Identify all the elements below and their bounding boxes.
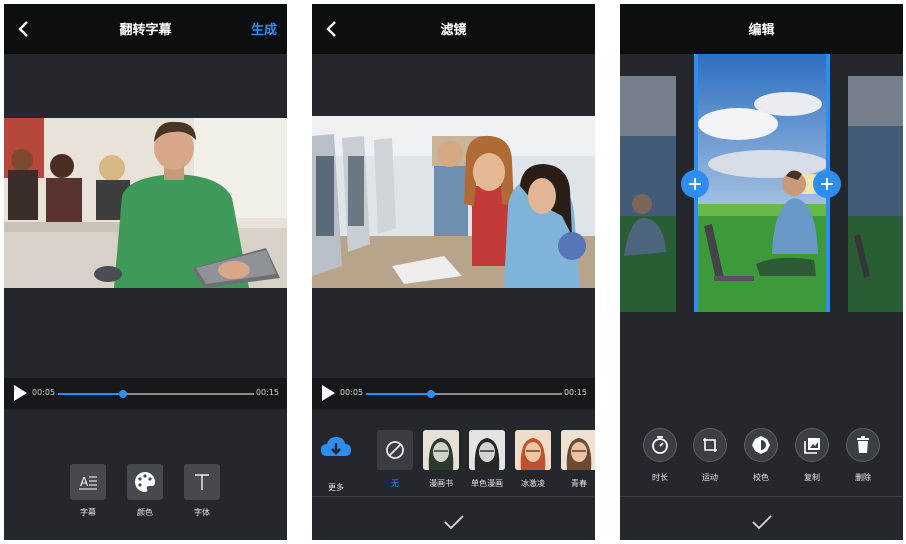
cloud-download-icon <box>321 437 351 456</box>
filter-thumbnail <box>423 430 459 470</box>
video-preview-man-tablet <box>4 118 287 288</box>
edit-screen: 编辑 时长 运动 校色 复制 删除 <box>620 4 903 540</box>
progress-fill <box>366 393 431 395</box>
timer-icon <box>643 428 677 462</box>
confirm-check-icon[interactable] <box>443 514 465 530</box>
progress-knob[interactable] <box>426 390 435 398</box>
copy-tool[interactable]: 复制 <box>792 428 832 483</box>
clip-thumbnail-selected[interactable] <box>694 54 830 312</box>
divider <box>312 496 595 497</box>
trash-icon <box>846 428 880 462</box>
color-correct-tool[interactable]: 校色 <box>741 428 781 483</box>
plus-icon <box>821 178 833 190</box>
duration-tool[interactable]: 时长 <box>640 428 680 483</box>
subtitle-icon: A <box>70 464 106 500</box>
plus-icon <box>689 178 701 190</box>
video-player-bar: 00:05 00:15 <box>312 378 595 409</box>
motion-label: 运动 <box>702 473 718 482</box>
filter-thumbnail <box>561 430 595 470</box>
font-tool[interactable]: 字体 <box>177 464 227 518</box>
delete-label: 删除 <box>855 473 871 482</box>
duration-label: 时长 <box>652 473 668 482</box>
filter-mono-comic[interactable]: 单色漫画 <box>467 430 507 489</box>
play-icon[interactable] <box>320 384 336 402</box>
filter-label: 漫画书 <box>429 479 453 488</box>
page-title: 滤镜 <box>440 23 467 38</box>
current-time: 00:05 <box>340 388 364 397</box>
divider <box>620 496 903 497</box>
font-icon <box>184 464 220 500</box>
filter-label: 无 <box>391 479 399 488</box>
top-bar: 滤镜 <box>312 4 595 54</box>
total-time: 00:15 <box>563 388 587 397</box>
clip-thumbnail-next[interactable] <box>848 76 903 312</box>
filter-label: 青春 <box>571 479 587 488</box>
add-clip-button-left[interactable] <box>681 170 709 198</box>
svg-text:A: A <box>80 475 89 489</box>
filter-comic-book[interactable]: 漫画书 <box>421 430 461 489</box>
filter-thumbnail <box>469 430 505 470</box>
palette-icon <box>127 464 163 500</box>
filter-thumbnail <box>515 430 551 470</box>
font-label: 字体 <box>194 508 210 517</box>
add-clip-button-right[interactable] <box>813 170 841 198</box>
page-title: 翻转字幕 <box>119 23 172 38</box>
filter-label: 单色漫画 <box>471 479 503 488</box>
motion-tool[interactable]: 运动 <box>690 428 730 483</box>
copy-icon <box>795 428 829 462</box>
clip-thumbnail-previous[interactable] <box>620 76 676 312</box>
play-icon[interactable] <box>12 384 28 402</box>
delete-tool[interactable]: 删除 <box>843 428 883 483</box>
generate-button[interactable]: 生成 <box>251 19 277 38</box>
color-tool[interactable]: 颜色 <box>120 464 170 518</box>
progress-track[interactable] <box>58 390 254 398</box>
crop-rotate-icon <box>693 428 727 462</box>
page-title: 编辑 <box>748 23 775 38</box>
current-time: 00:05 <box>32 388 56 397</box>
video-preview-classroom <box>312 116 595 288</box>
brightness-icon <box>744 428 778 462</box>
no-filter-icon <box>377 430 413 470</box>
filter-screen: 滤镜 00:05 00:15 更多 无 漫画书 单色漫画 冰激凌 青春 <box>312 4 595 540</box>
top-bar: 翻转字幕 生成 <box>4 4 287 54</box>
more-filters-button[interactable]: 更多 <box>316 430 356 493</box>
filter-none[interactable]: 无 <box>375 430 415 489</box>
progress-fill <box>58 393 123 395</box>
filter-label: 冰激凌 <box>521 479 545 488</box>
top-bar: 编辑 <box>620 4 903 54</box>
video-player-bar: 00:05 00:15 <box>4 378 287 409</box>
confirm-check-icon[interactable] <box>751 514 773 530</box>
total-time: 00:15 <box>255 388 279 397</box>
color-label: 颜色 <box>137 508 153 517</box>
copy-label: 复制 <box>804 473 820 482</box>
progress-knob[interactable] <box>118 390 127 398</box>
subtitle-label: 字幕 <box>80 508 96 517</box>
subtitle-screen: 翻转字幕 生成 00:05 00:15 A 字幕 颜色 字体 <box>4 4 287 540</box>
filter-youth[interactable]: 青春 <box>559 430 595 489</box>
progress-track[interactable] <box>366 390 562 398</box>
subtitle-tool[interactable]: A 字幕 <box>63 464 113 518</box>
filter-ice-cream[interactable]: 冰激凌 <box>513 430 553 489</box>
color-correct-label: 校色 <box>753 473 769 482</box>
more-label: 更多 <box>328 483 344 492</box>
